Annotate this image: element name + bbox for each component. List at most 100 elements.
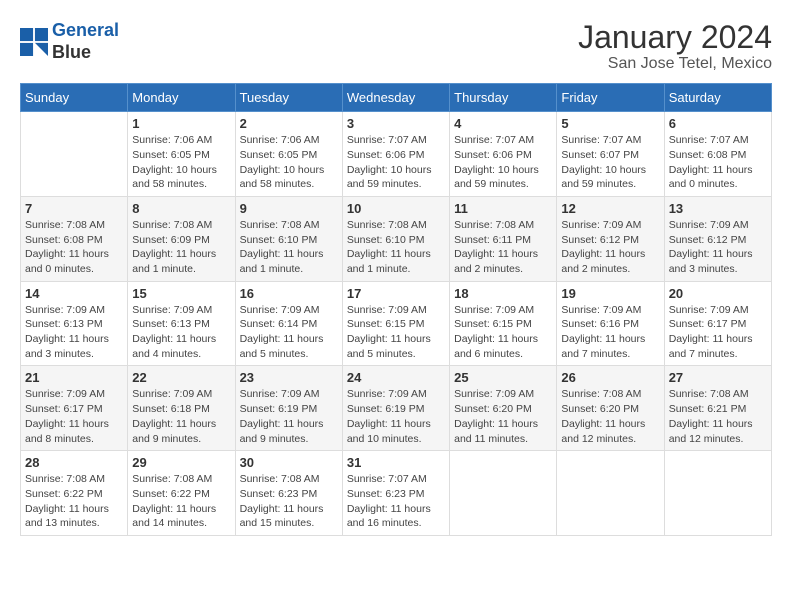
col-header-saturday: Saturday [664,84,771,112]
day-number: 12 [561,201,659,216]
calendar-week-1: 1 Sunrise: 7:06 AM Sunset: 6:05 PM Daylig… [21,112,772,197]
day-info: Sunrise: 7:09 AM Sunset: 6:13 PM Dayligh… [132,303,230,362]
day-number: 31 [347,455,445,470]
calendar-cell [664,451,771,536]
calendar-cell: 24 Sunrise: 7:09 AM Sunset: 6:19 PM Dayli… [342,366,449,451]
day-info: Sunrise: 7:08 AM Sunset: 6:09 PM Dayligh… [132,218,230,277]
day-info: Sunrise: 7:08 AM Sunset: 6:23 PM Dayligh… [240,472,338,531]
calendar-cell: 7 Sunrise: 7:08 AM Sunset: 6:08 PM Daylig… [21,196,128,281]
calendar-cell: 14Sunrise: 7:09 AM Sunset: 6:13 PM Dayli… [21,281,128,366]
calendar-cell: 28 Sunrise: 7:08 AM Sunset: 6:22 PM Dayli… [21,451,128,536]
day-number: 20 [669,286,767,301]
calendar-cell: 31 Sunrise: 7:07 AM Sunset: 6:23 PM Dayli… [342,451,449,536]
calendar-week-3: 14Sunrise: 7:09 AM Sunset: 6:13 PM Dayli… [21,281,772,366]
calendar-cell: 15 Sunrise: 7:09 AM Sunset: 6:13 PM Dayli… [128,281,235,366]
day-info: Sunrise: 7:09 AM Sunset: 6:19 PM Dayligh… [347,387,445,446]
day-info: Sunrise: 7:06 AM Sunset: 6:05 PM Dayligh… [132,133,230,192]
calendar-cell: 25 Sunrise: 7:09 AM Sunset: 6:20 PM Dayli… [450,366,557,451]
day-number: 4 [454,116,552,131]
col-header-friday: Friday [557,84,664,112]
day-number: 25 [454,370,552,385]
calendar-cell: 30 Sunrise: 7:08 AM Sunset: 6:23 PM Dayli… [235,451,342,536]
calendar-cell: 17 Sunrise: 7:09 AM Sunset: 6:15 PM Dayli… [342,281,449,366]
calendar-table: SundayMondayTuesdayWednesdayThursdayFrid… [20,83,772,536]
day-info: Sunrise: 7:09 AM Sunset: 6:12 PM Dayligh… [669,218,767,277]
calendar-cell: 12 Sunrise: 7:09 AM Sunset: 6:12 PM Dayli… [557,196,664,281]
calendar-week-2: 7 Sunrise: 7:08 AM Sunset: 6:08 PM Daylig… [21,196,772,281]
day-number: 27 [669,370,767,385]
calendar-cell [21,112,128,197]
col-header-sunday: Sunday [21,84,128,112]
day-number: 16 [240,286,338,301]
day-info: Sunrise: 7:08 AM Sunset: 6:22 PM Dayligh… [132,472,230,531]
day-number: 7 [25,201,123,216]
calendar-cell: 2Sunrise: 7:06 AM Sunset: 6:05 PM Daylig… [235,112,342,197]
day-number: 10 [347,201,445,216]
day-number: 1 [132,116,230,131]
day-info: Sunrise: 7:09 AM Sunset: 6:20 PM Dayligh… [454,387,552,446]
page-header: General Blue January 2024 San Jose Tetel… [20,20,772,73]
calendar-cell [450,451,557,536]
day-number: 13 [669,201,767,216]
day-number: 17 [347,286,445,301]
calendar-cell: 18 Sunrise: 7:09 AM Sunset: 6:15 PM Dayli… [450,281,557,366]
day-number: 2 [240,116,338,131]
calendar-cell: 1 Sunrise: 7:06 AM Sunset: 6:05 PM Daylig… [128,112,235,197]
calendar-cell: 23Sunrise: 7:09 AM Sunset: 6:19 PM Dayli… [235,366,342,451]
day-info: Sunrise: 7:08 AM Sunset: 6:10 PM Dayligh… [347,218,445,277]
calendar-cell: 10 Sunrise: 7:08 AM Sunset: 6:10 PM Dayli… [342,196,449,281]
day-info: Sunrise: 7:09 AM Sunset: 6:17 PM Dayligh… [25,387,123,446]
col-header-thursday: Thursday [450,84,557,112]
calendar-cell: 13 Sunrise: 7:09 AM Sunset: 6:12 PM Dayli… [664,196,771,281]
calendar-cell: 29 Sunrise: 7:08 AM Sunset: 6:22 PM Dayli… [128,451,235,536]
day-number: 22 [132,370,230,385]
day-info: Sunrise: 7:09 AM Sunset: 6:18 PM Dayligh… [132,387,230,446]
calendar-cell: 19Sunrise: 7:09 AM Sunset: 6:16 PM Dayli… [557,281,664,366]
day-info: Sunrise: 7:08 AM Sunset: 6:20 PM Dayligh… [561,387,659,446]
day-info: Sunrise: 7:07 AM Sunset: 6:08 PM Dayligh… [669,133,767,192]
day-info: Sunrise: 7:09 AM Sunset: 6:15 PM Dayligh… [347,303,445,362]
day-info: Sunrise: 7:09 AM Sunset: 6:17 PM Dayligh… [669,303,767,362]
day-info: Sunrise: 7:08 AM Sunset: 6:21 PM Dayligh… [669,387,767,446]
day-info: Sunrise: 7:09 AM Sunset: 6:13 PM Dayligh… [25,303,123,362]
day-info: Sunrise: 7:09 AM Sunset: 6:15 PM Dayligh… [454,303,552,362]
calendar-cell: 3 Sunrise: 7:07 AM Sunset: 6:06 PM Daylig… [342,112,449,197]
day-number: 8 [132,201,230,216]
calendar-week-5: 28 Sunrise: 7:08 AM Sunset: 6:22 PM Dayli… [21,451,772,536]
calendar-cell [557,451,664,536]
day-number: 6 [669,116,767,131]
day-number: 28 [25,455,123,470]
calendar-cell: 21 Sunrise: 7:09 AM Sunset: 6:17 PM Dayli… [21,366,128,451]
day-info: Sunrise: 7:09 AM Sunset: 6:14 PM Dayligh… [240,303,338,362]
page-subtitle: San Jose Tetel, Mexico [578,55,772,73]
day-info: Sunrise: 7:09 AM Sunset: 6:12 PM Dayligh… [561,218,659,277]
day-number: 30 [240,455,338,470]
day-number: 21 [25,370,123,385]
day-info: Sunrise: 7:07 AM Sunset: 6:06 PM Dayligh… [347,133,445,192]
day-info: Sunrise: 7:07 AM Sunset: 6:23 PM Dayligh… [347,472,445,531]
logo: General Blue [20,20,119,63]
day-number: 5 [561,116,659,131]
day-info: Sunrise: 7:08 AM Sunset: 6:11 PM Dayligh… [454,218,552,277]
day-number: 29 [132,455,230,470]
calendar-cell: 6 Sunrise: 7:07 AM Sunset: 6:08 PM Daylig… [664,112,771,197]
calendar-cell: 11Sunrise: 7:08 AM Sunset: 6:11 PM Dayli… [450,196,557,281]
day-number: 3 [347,116,445,131]
day-info: Sunrise: 7:08 AM Sunset: 6:22 PM Dayligh… [25,472,123,531]
day-number: 15 [132,286,230,301]
calendar-cell: 8 Sunrise: 7:08 AM Sunset: 6:09 PM Daylig… [128,196,235,281]
day-number: 18 [454,286,552,301]
col-header-monday: Monday [128,84,235,112]
day-info: Sunrise: 7:09 AM Sunset: 6:16 PM Dayligh… [561,303,659,362]
calendar-cell: 27 Sunrise: 7:08 AM Sunset: 6:21 PM Dayli… [664,366,771,451]
day-info: Sunrise: 7:07 AM Sunset: 6:07 PM Dayligh… [561,133,659,192]
title-block: January 2024 San Jose Tetel, Mexico [578,20,772,73]
day-number: 24 [347,370,445,385]
day-info: Sunrise: 7:08 AM Sunset: 6:08 PM Dayligh… [25,218,123,277]
calendar-cell: 5 Sunrise: 7:07 AM Sunset: 6:07 PM Daylig… [557,112,664,197]
day-number: 9 [240,201,338,216]
calendar-cell: 26Sunrise: 7:08 AM Sunset: 6:20 PM Dayli… [557,366,664,451]
logo-icon [20,28,48,56]
col-header-wednesday: Wednesday [342,84,449,112]
day-info: Sunrise: 7:08 AM Sunset: 6:10 PM Dayligh… [240,218,338,277]
